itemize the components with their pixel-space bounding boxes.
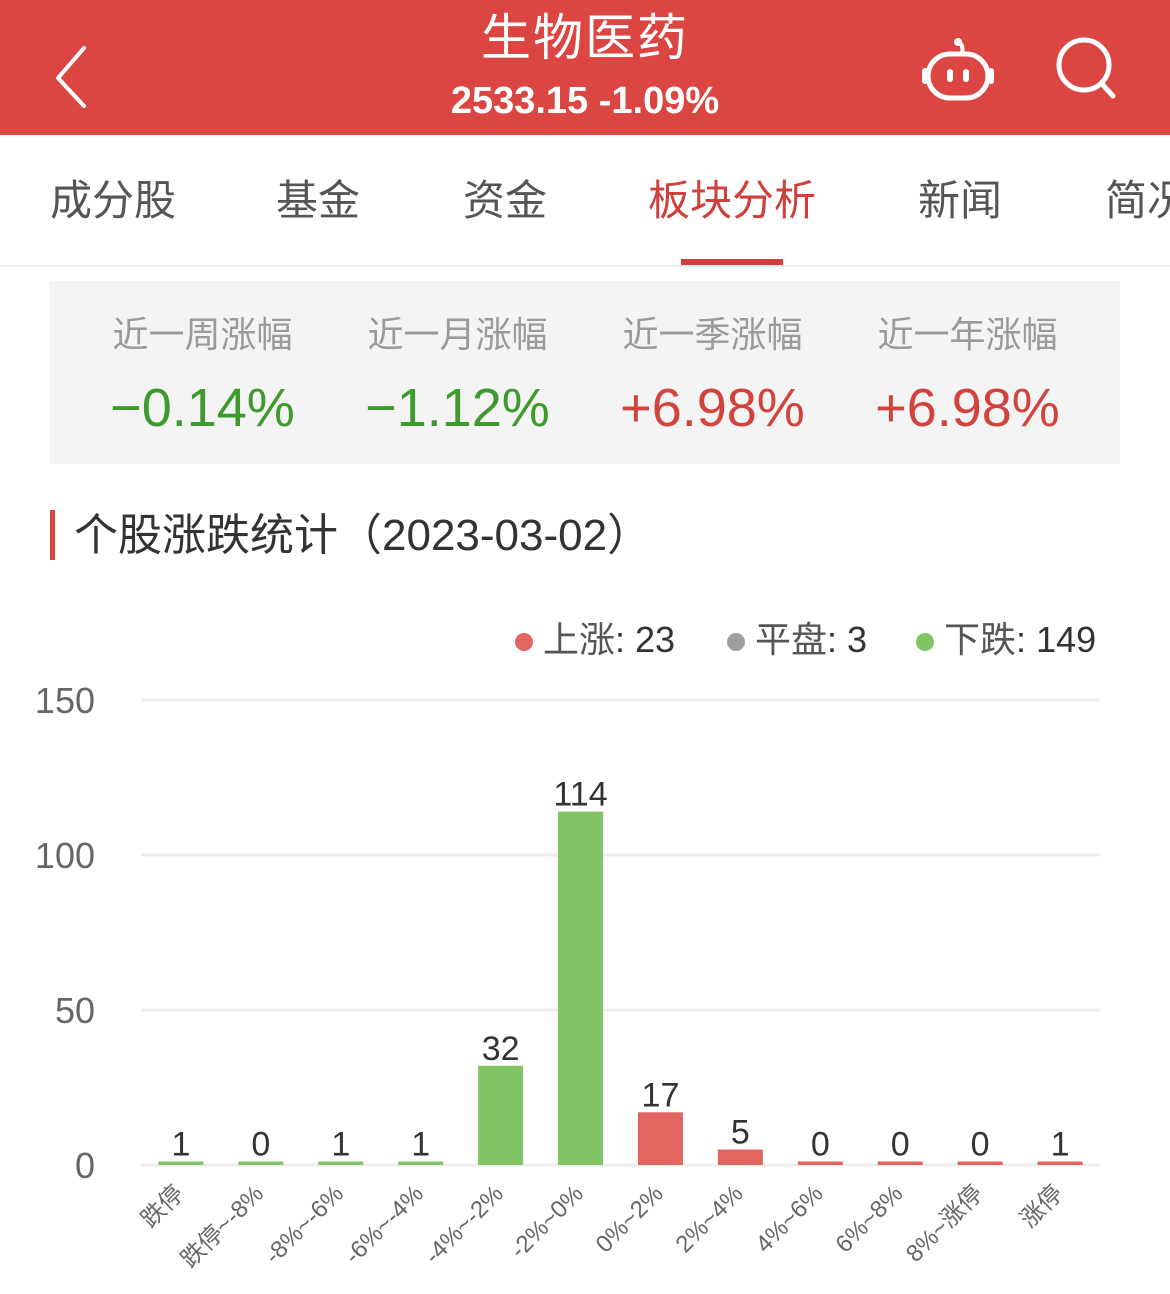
legend-name: 下跌: [944, 619, 1017, 660]
y-axis: 0 50 100 150: [35, 680, 95, 1186]
x-tick-label: -2%~0%: [505, 1180, 589, 1264]
bar[interactable]: [717, 1149, 763, 1166]
bar-value-label: 1: [331, 1126, 350, 1164]
tab-news[interactable]: 新闻: [918, 173, 1002, 229]
tab-overview[interactable]: 简况: [1105, 173, 1170, 229]
bar[interactable]: [637, 1112, 683, 1165]
x-tick-label: -4%~-2%: [420, 1180, 509, 1269]
bar-value-label: 0: [971, 1126, 990, 1164]
stat-value: −1.12%: [365, 378, 550, 438]
tab-bar: 成分股 基金 资金 板块分析 新闻 简况: [0, 135, 1170, 267]
tab-funds[interactable]: 基金: [276, 173, 360, 229]
stat-label: 近一月涨幅: [367, 314, 548, 355]
search-icon: [1056, 37, 1116, 99]
bar[interactable]: [558, 811, 604, 1165]
y-tick-label: 50: [55, 990, 95, 1031]
x-tick-label: 8%~涨停: [901, 1180, 988, 1267]
stat-value: +6.98%: [875, 378, 1060, 438]
legend-dot-icon: [515, 633, 533, 651]
bar-value-label: 1: [1051, 1126, 1070, 1164]
bar-value-label: 17: [642, 1076, 680, 1114]
header-bar: 生物医药 2533.15 -1.09%: [0, 0, 1170, 135]
legend-name: 上涨: [543, 619, 616, 660]
bar-value-label: 32: [482, 1030, 520, 1068]
y-tick-label: 0: [75, 1145, 95, 1186]
stat-value: +6.98%: [620, 378, 805, 438]
bar-value-label: 1: [411, 1126, 430, 1164]
x-tick-label: 6%~8%: [830, 1180, 908, 1258]
robot-icon: [922, 38, 994, 101]
x-tick-label: 0%~2%: [591, 1180, 669, 1258]
legend-value: 3: [847, 619, 868, 660]
bars: [158, 811, 1083, 1166]
x-tick-label: -8%~-6%: [260, 1180, 349, 1269]
legend-value: 23: [635, 619, 676, 660]
x-tick-label: 2%~4%: [671, 1180, 749, 1258]
active-tab-indicator: [681, 259, 783, 265]
section-accent-bar: [50, 510, 55, 560]
stat-label: 近一年涨幅: [877, 314, 1058, 355]
legend-value: 149: [1036, 619, 1097, 660]
x-axis: 跌停跌停~-8%-8%~-6%-6%~-4%-4%~-2%-2%~0% 0%~2%…: [136, 1180, 1068, 1273]
tab-constituents[interactable]: 成分股: [50, 173, 176, 229]
assistant-button[interactable]: [918, 34, 998, 104]
legend-dot-icon: [727, 633, 745, 651]
bar-value-label: 0: [811, 1126, 830, 1164]
stat-month: 近一月涨幅 −1.12%: [330, 281, 585, 464]
stat-label: 近一季涨幅: [622, 314, 803, 355]
x-tick-label: 涨停: [1015, 1180, 1068, 1233]
bar-value-label: 1: [171, 1126, 190, 1164]
tab-sector-analysis[interactable]: 板块分析: [648, 173, 816, 229]
bar-value-label: 5: [731, 1114, 750, 1152]
value-labels: 1 0 1 1 32 114 17 5 0 0 0 1: [171, 776, 1069, 1164]
stat-year: 近一年涨幅 +6.98%: [840, 281, 1095, 464]
x-tick-label: 跌停~-8%: [176, 1180, 269, 1273]
stat-label: 近一周涨幅: [112, 314, 293, 355]
bar-value-label: 114: [553, 776, 607, 814]
stat-value: −0.14%: [110, 378, 295, 438]
bar-value-label: 0: [891, 1126, 910, 1164]
search-button[interactable]: [1050, 34, 1122, 104]
stock-change-distribution-chart: 050100150 1 0 1 132114175 0 0 0 1 跌停跌停~-8%-8%~-…: [35, 680, 1100, 1273]
section-title: 个股涨跌统计（2023-03-02）: [74, 511, 652, 560]
stat-quarter: 近一季涨幅 +6.98%: [585, 281, 840, 464]
x-tick-label: 跌停: [136, 1180, 189, 1233]
y-tick-label: 100: [35, 835, 95, 876]
tab-capital[interactable]: 资金: [463, 173, 547, 229]
x-tick-label: -6%~-4%: [340, 1180, 429, 1269]
performance-panel: 近一周涨幅 −0.14% 近一月涨幅 −1.12% 近一季涨幅 +6.98% 近…: [50, 281, 1120, 464]
legend-name: 平盘: [755, 619, 828, 660]
bar-value-label: 0: [251, 1126, 270, 1164]
x-tick-label: 4%~6%: [750, 1180, 828, 1258]
stat-week: 近一周涨幅 −0.14%: [75, 281, 330, 464]
legend-dot-icon: [916, 633, 934, 651]
y-tick-label: 150: [35, 680, 95, 721]
grid-layer: [141, 698, 1100, 1167]
bar[interactable]: [478, 1065, 524, 1165]
